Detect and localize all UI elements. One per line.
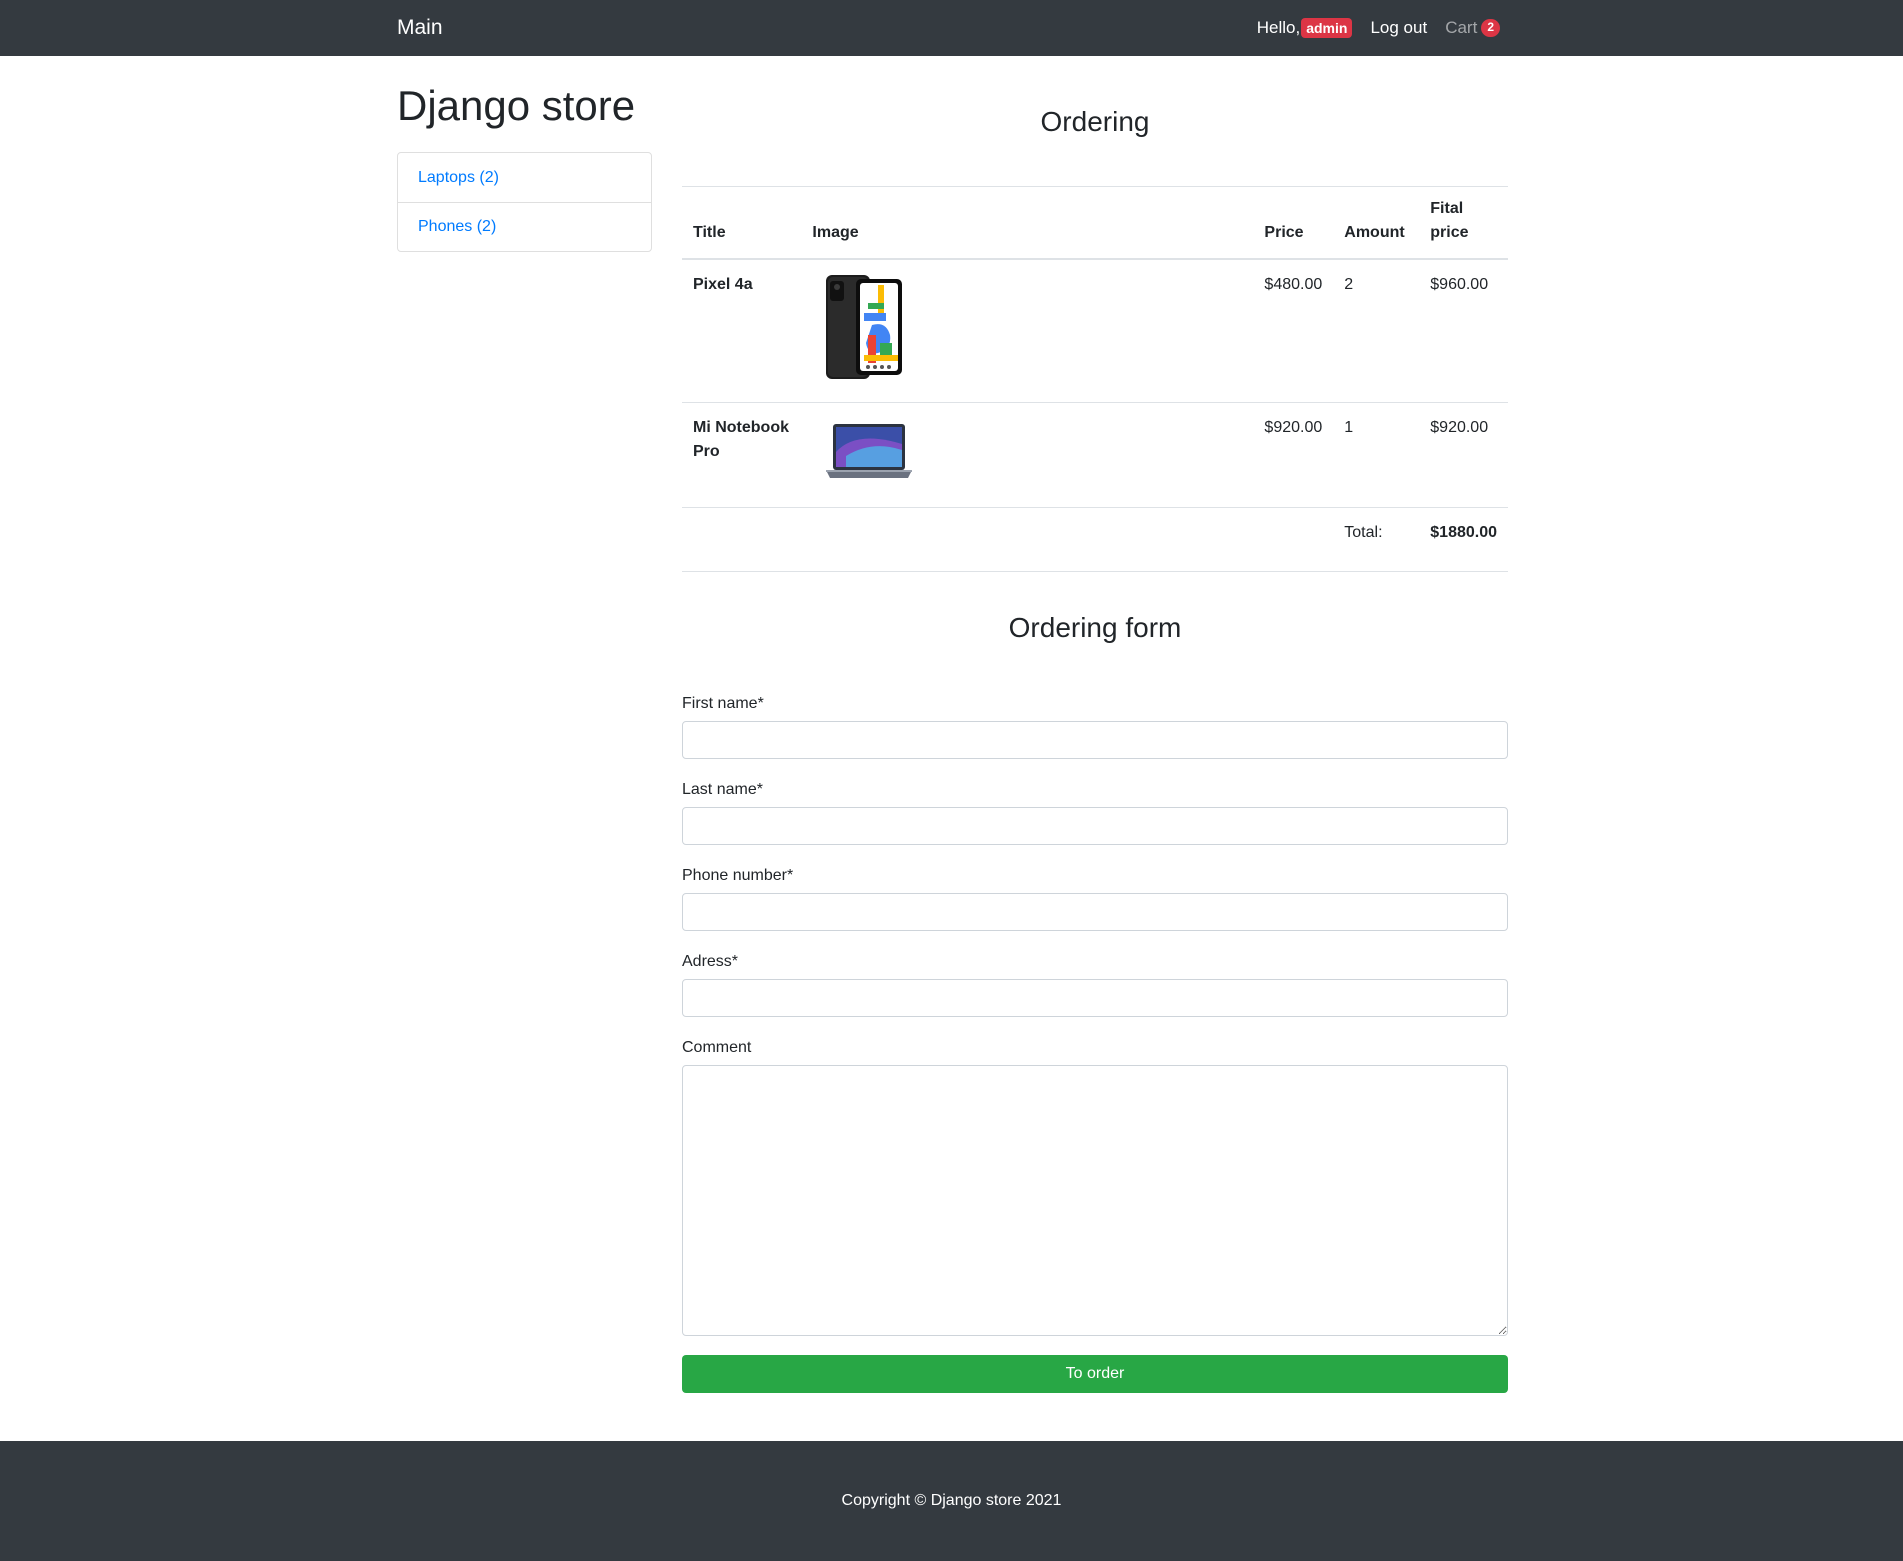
cart-link[interactable]: Cart 2 — [1445, 18, 1500, 38]
address-group: Adress* — [682, 953, 1508, 1017]
footer: Copyright © Django store 2021 — [0, 1441, 1903, 1561]
item-image-cell — [801, 258, 1254, 403]
comment-group: Comment — [682, 1039, 1508, 1341]
table-row: Pixel 4a $480.00 2 $960.00 — [682, 258, 1508, 403]
total-value: $1880.00 — [1419, 507, 1508, 572]
address-label: Adress* — [682, 953, 739, 970]
logout-link[interactable]: Log out — [1370, 18, 1427, 38]
col-final-price-line1: Fital — [1430, 200, 1464, 217]
phone-image-icon — [826, 275, 903, 379]
first-name-input[interactable] — [682, 721, 1508, 759]
store-title: Django store — [397, 82, 636, 129]
phone-label: Phone number* — [682, 867, 794, 884]
comment-label: Comment — [682, 1039, 752, 1056]
empty-cell — [1253, 507, 1334, 572]
empty-cell — [682, 507, 802, 572]
col-final-price-line2: price — [1430, 224, 1469, 241]
item-price: $480.00 — [1253, 258, 1334, 403]
item-amount: 1 — [1333, 402, 1420, 508]
comment-textarea[interactable] — [682, 1065, 1508, 1336]
category-item-phones[interactable]: Phones (2) — [398, 202, 651, 251]
to-order-button[interactable]: To order — [682, 1355, 1508, 1393]
category-list: Laptops (2) Phones (2) — [397, 152, 652, 252]
hello-label: Hello, — [1256, 18, 1301, 37]
item-title: Mi Notebook Pro — [682, 402, 802, 508]
empty-cell — [801, 507, 1254, 572]
last-name-label: Last name* — [682, 781, 763, 798]
col-image: Image — [801, 186, 1254, 260]
phone-input[interactable] — [682, 893, 1508, 931]
ordering-heading: Ordering — [1040, 106, 1150, 137]
col-price: Price — [1253, 186, 1334, 260]
phone-group: Phone number* — [682, 867, 1508, 931]
total-label: Total: — [1333, 507, 1420, 572]
navbar: Main Hello, admin Log out Cart 2 — [0, 0, 1903, 56]
col-amount: Amount — [1333, 186, 1420, 260]
last-name-group: Last name* — [682, 781, 1508, 845]
last-name-input[interactable] — [682, 807, 1508, 845]
cart-count-badge: 2 — [1481, 19, 1500, 37]
nav-right: Hello, admin Log out Cart 2 — [1257, 0, 1500, 56]
ordering-form-heading: Ordering form — [1008, 612, 1182, 643]
laptop-image-icon — [826, 424, 913, 478]
item-price: $920.00 — [1253, 402, 1334, 508]
item-title: Pixel 4a — [682, 258, 802, 403]
username-badge: admin — [1301, 18, 1353, 38]
first-name-label: First name* — [682, 695, 764, 712]
col-final-price: Fital price — [1419, 186, 1508, 260]
col-title: Title — [682, 186, 802, 260]
table-row: Mi Notebook Pro $920.00 1 $920.00 — [682, 402, 1508, 508]
cart-label: Cart — [1445, 18, 1478, 37]
address-input[interactable] — [682, 979, 1508, 1017]
item-final-price: $920.00 — [1419, 402, 1508, 508]
greeting: Hello, admin — [1257, 18, 1353, 38]
brand-link[interactable]: Main — [397, 16, 443, 40]
table-header-row: Title Image Price Amount Fital price — [682, 186, 1508, 260]
item-final-price: $960.00 — [1419, 258, 1508, 403]
cart-table: Title Image Price Amount Fital price Pix… — [682, 186, 1508, 572]
item-image-cell — [801, 402, 1254, 508]
category-item-laptops[interactable]: Laptops (2) — [398, 153, 651, 202]
first-name-group: First name* — [682, 695, 1508, 759]
item-amount: 2 — [1333, 258, 1420, 403]
total-row: Total: $1880.00 — [682, 507, 1508, 572]
copyright-text: Copyright © Django store 2021 — [841, 1492, 1062, 1509]
